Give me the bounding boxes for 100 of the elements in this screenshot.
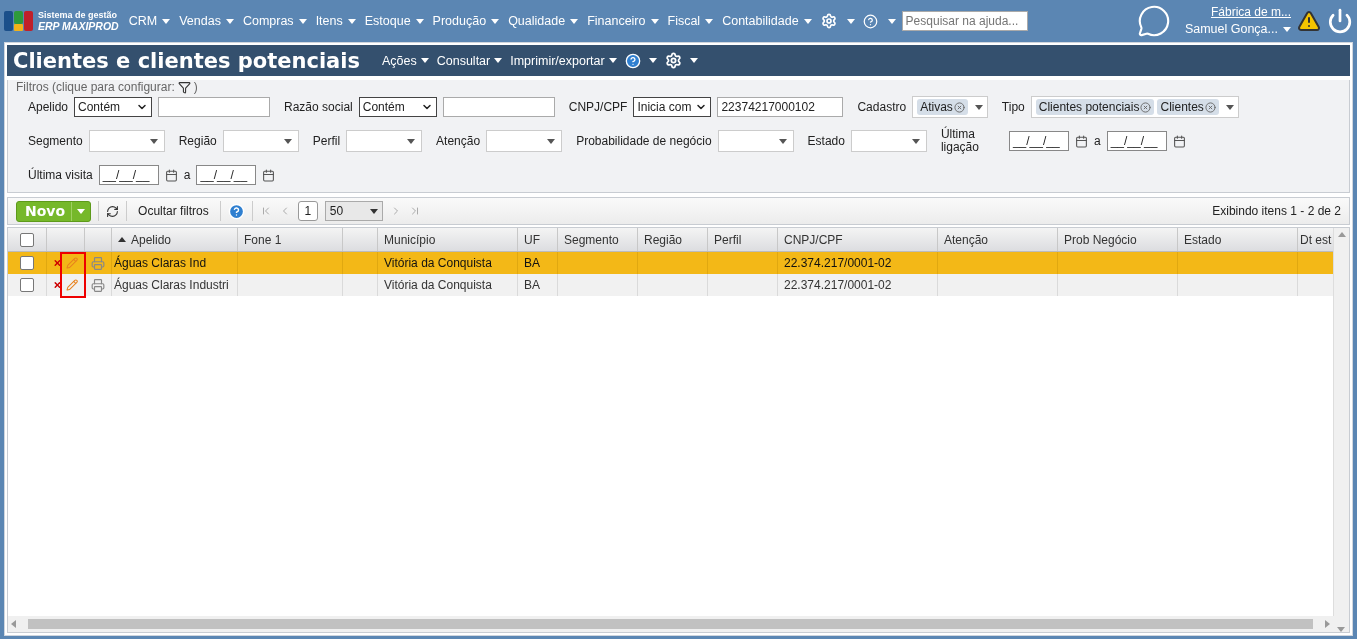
scroll-down-icon[interactable] [1337,627,1345,632]
date-field[interactable]: __/__/__ [1106,131,1167,151]
menu-item[interactable]: Produção [432,14,500,28]
tag-chip[interactable]: Ativas [917,99,968,115]
row-checkbox[interactable] [20,278,34,292]
operator-select[interactable]: Contém [358,97,437,117]
help-search-field[interactable]: Pesquisar na ajuda... [901,11,1028,31]
caret-icon [1283,27,1291,32]
calendar-icon[interactable] [164,168,178,182]
printer-icon[interactable] [91,277,105,293]
items-count: Exibindo itens 1 - 2 de 2 [1212,204,1341,218]
column-header[interactable]: Estado [1184,232,1222,247]
scrollbar-thumb[interactable] [28,619,1313,629]
caret-icon [570,18,579,24]
pencil-icon[interactable] [65,278,78,292]
column-header[interactable]: Apelido [131,232,172,247]
calendar-icon[interactable] [1074,134,1088,148]
warning-icon[interactable] [1297,9,1321,33]
caret-icon [77,208,86,214]
tag-select[interactable]: Ativas [912,96,988,118]
filter-label: Perfil [312,134,341,148]
scroll-left-icon[interactable] [11,620,16,628]
chat-icon[interactable] [1136,4,1171,38]
date-field[interactable]: __/__/__ [196,165,257,185]
table-cell: 22.374.217/0001-02 [784,278,892,292]
menu-item[interactable]: Compras [242,14,307,28]
caret-icon [705,18,714,24]
hide-filters-button[interactable]: Ocultar filtros [134,204,213,218]
page-number-field[interactable]: 1 [297,201,318,221]
filter-label: CNPJ/CPF [568,100,628,114]
delete-icon[interactable] [53,258,62,268]
filter-input[interactable] [158,97,271,117]
tag-select[interactable]: Clientes potenciais Clientes [1030,96,1239,118]
action-menu[interactable]: Ações [382,53,429,68]
filters-legend[interactable]: Filtros (clique para configurar: [16,80,175,94]
table-row[interactable]: Águas Claras Ind Vitória da Conquista BA 22.374.217/0001-02 [8,252,1333,274]
column-header[interactable]: CNPJ/CPF [784,232,843,247]
caret-icon [778,138,787,144]
filter-input[interactable] [442,97,555,117]
menu-item[interactable]: CRM [128,14,171,28]
printer-icon[interactable] [91,255,105,271]
operator-select[interactable]: Contém [74,97,153,117]
remove-icon[interactable] [953,101,965,113]
menu-item[interactable]: Financeiro [587,14,659,28]
scroll-right-icon[interactable] [1325,620,1330,628]
scroll-up-icon[interactable] [1337,232,1346,237]
filter-label: Última ligação [940,128,980,154]
menu-item[interactable]: Estoque [364,14,424,28]
filter-label: Segmento [28,134,83,148]
tag-chip[interactable]: Clientes potenciais [1035,99,1155,115]
calendar-icon[interactable] [1172,134,1186,148]
column-header[interactable]: Atenção [944,232,989,247]
operator-select[interactable]: Inicia com [633,97,712,117]
tag-chip[interactable]: Clientes [1157,99,1219,115]
column-header[interactable]: Dt est [1300,232,1332,247]
action-menu[interactable]: Consultar [436,53,503,68]
filter-icon[interactable] [177,80,191,94]
table-row[interactable]: Águas Claras Industri Vitória da Conquista BA 22.374.217/0001-02 [8,274,1333,296]
remove-icon[interactable] [1140,101,1152,113]
filter-label: Região [178,134,217,148]
menu-item[interactable]: Vendas [179,14,234,28]
action-menu[interactable]: Imprimir/exportar [510,53,617,68]
column-header[interactable]: UF [524,232,540,247]
caret-icon [648,58,657,63]
page-size-select[interactable]: 50 [324,201,383,221]
column-header[interactable]: Fone 1 [244,232,282,247]
settings-icon[interactable] [820,13,837,29]
range-separator: a [183,168,191,182]
power-icon[interactable] [1327,8,1353,34]
help-icon[interactable] [624,52,641,69]
caret-icon [162,18,171,24]
delete-icon[interactable] [53,280,62,290]
table-cell: Águas Claras Industri [114,278,229,292]
menu-item[interactable]: Contabilidade [722,14,812,28]
refresh-icon[interactable] [106,204,120,218]
row-checkbox[interactable] [20,256,34,270]
select-all-checkbox[interactable] [20,232,34,247]
remove-icon[interactable] [1204,101,1216,113]
filter-label: Tipo [1001,100,1025,114]
company-link[interactable]: Fábrica de m... [1210,4,1291,21]
column-header[interactable]: Perfil [714,232,742,247]
column-header[interactable]: Município [384,232,436,247]
filter-input[interactable]: 22374217000102 [717,97,844,117]
column-header[interactable]: Região [644,232,683,247]
caret-icon [494,58,503,63]
column-header[interactable]: Prob Negócio [1064,232,1137,247]
help-icon[interactable] [227,202,245,220]
caret-icon [689,58,698,63]
settings-icon[interactable] [664,52,682,69]
help-icon[interactable] [862,13,878,29]
calendar-icon[interactable] [262,168,276,182]
menu-item[interactable]: Fiscal [667,14,714,28]
user-menu[interactable]: Samuel Gonça... [1184,21,1291,38]
date-field[interactable]: __/__/__ [98,165,159,185]
table-cell: 22.374.217/0001-02 [784,256,892,270]
menu-item[interactable]: Qualidade [508,14,579,28]
logo-icon [4,9,34,33]
column-header[interactable]: Segmento [564,232,619,247]
menu-item[interactable]: Itens [315,14,356,28]
date-field[interactable]: __/__/__ [1008,131,1069,151]
